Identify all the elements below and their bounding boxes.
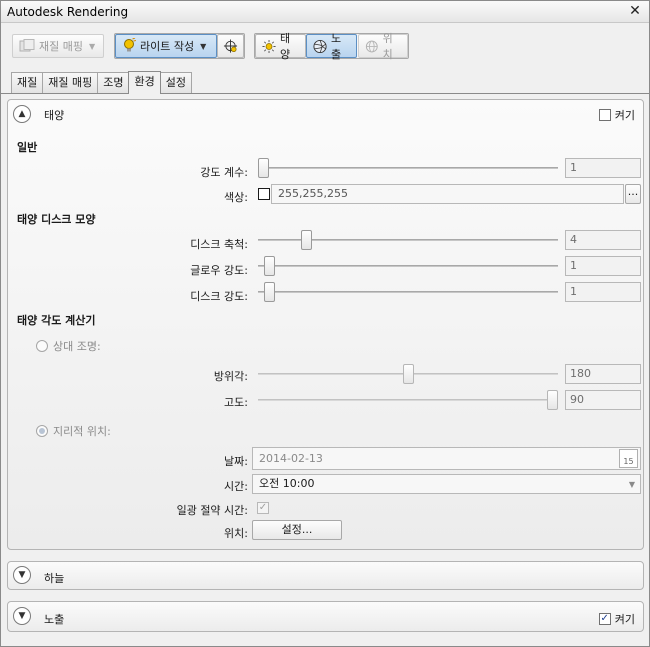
tab-environment[interactable]: 환경 <box>128 71 161 94</box>
disc-scale-label: 디스크 축척: <box>190 238 248 251</box>
exposure-on-checkbox[interactable]: ✓ <box>598 613 611 625</box>
geographic-location-label: 지리적 위치: <box>53 425 111 438</box>
color-value-field[interactable]: 255,255,255 <box>271 184 624 204</box>
azimuth-value[interactable]: 180 <box>565 364 641 384</box>
slider-thumb[interactable] <box>258 158 269 178</box>
altitude-slider[interactable] <box>258 390 558 410</box>
sun-panel: ▲ 태양 켜기 일반 강도 계수: 1 색상: 255,255,255 ... … <box>7 99 644 550</box>
date-label: 날짜: <box>224 455 248 468</box>
exposure-panel-header[interactable]: ▼ 노출 ✓ 켜기 <box>8 602 643 630</box>
location-label: 위치 <box>382 32 393 61</box>
exposure-on-label: 켜기 <box>614 613 635 626</box>
create-light-button[interactable]: 라이트 작성 ▼ <box>115 34 217 58</box>
exposure-panel: ▼ 노출 ✓ 켜기 <box>7 601 644 632</box>
color-browse-button[interactable]: ... <box>625 184 641 204</box>
aperture-icon <box>313 39 327 53</box>
close-icon[interactable]: ✕ <box>627 3 643 19</box>
sky-panel-title: 하늘 <box>44 572 65 585</box>
exposure-on-toggle[interactable]: ✓ 켜기 <box>598 611 635 627</box>
dropdown-arrow-icon: ▼ <box>200 41 207 51</box>
sun-panel-title: 태양 <box>44 109 65 122</box>
location-settings-button[interactable]: 설정... <box>252 520 342 540</box>
intensity-value[interactable]: 1 <box>565 158 641 178</box>
date-value: 2014-02-13 <box>259 452 323 465</box>
window-title: Autodesk Rendering <box>7 5 129 19</box>
material-mapping-button[interactable]: 재질 매핑 ▼ <box>12 34 104 58</box>
location-button[interactable]: 위치 <box>358 32 408 61</box>
material-mapping-label: 재질 매핑 <box>39 40 83 53</box>
relative-lighting-label: 상대 조명: <box>53 340 101 353</box>
light-bulb-icon <box>124 38 136 52</box>
color-swatch[interactable] <box>258 188 270 200</box>
sky-panel-header[interactable]: ▼ 하늘 <box>8 562 643 590</box>
radio-dot[interactable] <box>36 425 48 437</box>
time-label: 시간: <box>224 480 248 493</box>
sun-label: 태양 <box>280 32 291 61</box>
altitude-value[interactable]: 90 <box>565 390 641 410</box>
azimuth-label: 방위각: <box>213 370 248 383</box>
slider-thumb[interactable] <box>547 390 558 410</box>
sun-on-label: 켜기 <box>614 109 635 122</box>
location-setting-label: 위치: <box>224 527 248 540</box>
general-heading: 일반 <box>17 141 38 154</box>
glow-intensity-value[interactable]: 1 <box>565 256 641 276</box>
dropdown-arrow-icon: ▼ <box>88 41 96 51</box>
disc-brightness-label: 디스크 강도: <box>190 290 248 303</box>
globe-icon <box>365 40 378 52</box>
intensity-label: 강도 계수: <box>200 166 248 179</box>
dropdown-arrow-icon[interactable]: ▼ <box>629 478 635 492</box>
azimuth-slider[interactable] <box>258 364 558 384</box>
autodesk-rendering-window: Autodesk Rendering ✕ 재질 매핑 ▼ 라이트 작성 ▼ 태양… <box>0 0 650 647</box>
exposure-label: 노출 <box>331 32 342 61</box>
title-bar[interactable]: Autodesk Rendering ✕ <box>1 1 649 23</box>
glow-intensity-label: 글로우 강도: <box>190 264 248 277</box>
sun-on-checkbox[interactable] <box>598 109 611 121</box>
radio-dot[interactable] <box>36 340 48 352</box>
chevron-up-icon[interactable]: ▲ <box>13 105 31 123</box>
slider-thumb[interactable] <box>264 282 275 302</box>
disc-scale-slider[interactable] <box>258 230 558 250</box>
toolbar: 재질 매핑 ▼ 라이트 작성 ▼ 태양 노출 위치 <box>1 23 649 69</box>
exposure-toggle-button[interactable]: 노출 <box>306 32 357 61</box>
crosshair-icon <box>223 39 238 53</box>
sun-angle-calculator-heading: 태양 각도 계산기 <box>17 314 96 327</box>
chevron-down-icon[interactable]: ▼ <box>13 607 31 625</box>
intensity-slider[interactable] <box>258 158 558 178</box>
altitude-label: 고도: <box>224 396 248 409</box>
disc-brightness-value[interactable]: 1 <box>565 282 641 302</box>
tab-materials[interactable]: 재질 <box>11 72 44 93</box>
create-light-label: 라이트 작성 <box>140 40 195 53</box>
environment-tab-content: ▲ 태양 켜기 일반 강도 계수: 1 색상: 255,255,255 ... … <box>1 93 649 646</box>
dst-label: 일광 절약 시간: <box>176 504 248 517</box>
exposure-panel-title: 노출 <box>44 613 65 626</box>
material-mapping-icon <box>19 39 35 52</box>
sun-disc-heading: 태양 디스크 모양 <box>17 213 96 226</box>
sky-panel: ▼ 하늘 <box>7 561 644 590</box>
glow-intensity-slider[interactable] <box>258 256 558 276</box>
slider-thumb[interactable] <box>264 256 275 276</box>
tab-settings[interactable]: 설정 <box>159 72 192 93</box>
sun-on-toggle[interactable]: 켜기 <box>598 107 635 123</box>
sun-toggle-button[interactable]: 태양 <box>255 32 306 61</box>
tab-material-mapping[interactable]: 재질 매핑 <box>42 72 99 93</box>
slider-thumb[interactable] <box>403 364 414 384</box>
sun-panel-header[interactable]: ▲ 태양 켜기 <box>8 100 643 128</box>
date-field[interactable]: 2014-02-13 15 <box>252 447 641 470</box>
sun-icon <box>262 39 276 53</box>
color-label: 색상: <box>224 191 248 204</box>
slider-thumb[interactable] <box>301 230 312 250</box>
time-dropdown[interactable]: 오전 10:00 ▼ <box>252 474 641 494</box>
disc-scale-value[interactable]: 4 <box>565 230 641 250</box>
dst-checkbox[interactable]: ✓ <box>257 502 269 514</box>
tab-bar: 재질 재질 매핑 조명 환경 설정 <box>11 71 192 94</box>
calendar-icon[interactable]: 15 <box>619 449 638 468</box>
geographic-location-radio[interactable]: 지리적 위치: <box>36 423 111 439</box>
time-value: 오전 10:00 <box>259 477 315 490</box>
relative-lighting-radio[interactable]: 상대 조명: <box>36 338 101 354</box>
disc-brightness-slider[interactable] <box>258 282 558 302</box>
chevron-down-icon[interactable]: ▼ <box>13 566 31 584</box>
light-locate-button[interactable] <box>217 34 244 58</box>
tab-lighting[interactable]: 조명 <box>97 72 130 93</box>
